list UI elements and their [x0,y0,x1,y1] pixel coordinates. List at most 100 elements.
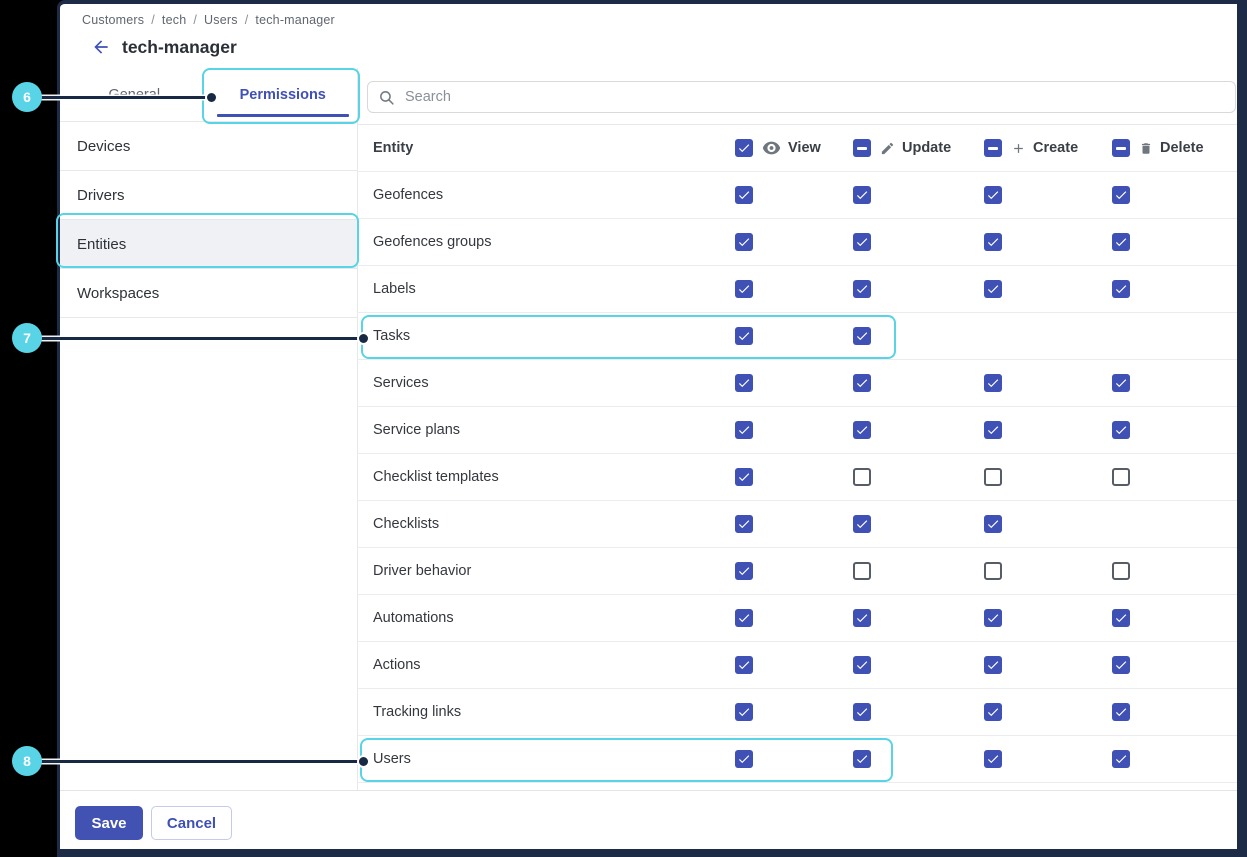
sidebar-item-workspaces[interactable]: Workspaces [60,269,357,318]
cell-tracking-links-create [984,703,1002,721]
checkbox-users-create[interactable] [984,750,1002,768]
column-label: Update [902,140,951,156]
checkbox-services-view[interactable] [735,374,753,392]
cell-service-plans-create [984,421,1002,439]
checkbox-driver-behavior-create[interactable] [984,562,1002,580]
checkbox-tasks-view[interactable] [735,327,753,345]
column-header-view: View [735,139,821,157]
cell-checklist-templates-update [853,468,871,486]
sidebar-item-label: Drivers [77,187,125,204]
checkbox-services-delete[interactable] [1112,374,1130,392]
cell-driver-behavior-update [853,562,871,580]
cell-tracking-links-view [735,703,753,721]
search-input-wrapper [367,81,1236,113]
checkbox-tracking-links-view[interactable] [735,703,753,721]
checkbox-labels-delete[interactable] [1112,280,1130,298]
checkbox-tasks-update[interactable] [853,327,871,345]
table-row-services: Services [357,359,1237,406]
table-row-service-plans: Service plans [357,406,1237,453]
checkbox-geofences-update[interactable] [853,186,871,204]
checkbox-actions-update[interactable] [853,656,871,674]
cell-labels-view [735,280,753,298]
checkbox-geofences-groups-delete[interactable] [1112,233,1130,251]
checkbox-service-plans-update[interactable] [853,421,871,439]
checkbox-checklists-create[interactable] [984,515,1002,533]
column-header-create: Create [984,139,1078,157]
sidebar-item-entities[interactable]: Entities [60,220,357,269]
save-button[interactable]: Save [75,806,143,840]
checkbox-services-update[interactable] [853,374,871,392]
checkbox-labels-create[interactable] [984,280,1002,298]
cell-users-update [853,750,871,768]
cell-checklists-create [984,515,1002,533]
search-icon [378,89,395,106]
checkbox-automations-view[interactable] [735,609,753,627]
cell-services-delete [1112,374,1130,392]
table-row-checklist-templates: Checklist templates [357,453,1237,500]
checkbox-automations-create[interactable] [984,609,1002,627]
cell-geofences-groups-update [853,233,871,251]
checkbox-checklists-view[interactable] [735,515,753,533]
breadcrumb-item-customers[interactable]: Customers [82,13,144,27]
cell-tracking-links-delete [1112,703,1130,721]
checkbox-driver-behavior-update[interactable] [853,562,871,580]
checkbox-geofences-view[interactable] [735,186,753,204]
cell-automations-update [853,609,871,627]
cell-users-delete [1112,750,1130,768]
cell-driver-behavior-delete [1112,562,1130,580]
table-row-tasks: Tasks [357,312,1237,359]
checkbox-driver-behavior-delete[interactable] [1112,562,1130,580]
checkbox-tracking-links-delete[interactable] [1112,703,1130,721]
checkbox-checklist-templates-delete[interactable] [1112,468,1130,486]
column-checkbox-view[interactable] [735,139,753,157]
checkbox-labels-view[interactable] [735,280,753,298]
breadcrumb-item-users[interactable]: Users [204,13,238,27]
breadcrumb-separator: / [151,13,155,27]
checkbox-service-plans-create[interactable] [984,421,1002,439]
checkbox-driver-behavior-view[interactable] [735,562,753,580]
checkbox-actions-create[interactable] [984,656,1002,674]
column-checkbox-create[interactable] [984,139,1002,157]
trash-icon [1139,141,1153,156]
cancel-button[interactable]: Cancel [151,806,232,840]
checkbox-checklists-update[interactable] [853,515,871,533]
checkbox-service-plans-delete[interactable] [1112,421,1130,439]
sidebar-item-drivers[interactable]: Drivers [60,171,357,220]
breadcrumb-item-tech[interactable]: tech [162,13,186,27]
checkbox-users-update[interactable] [853,750,871,768]
tab-general[interactable]: General [60,68,209,121]
checkbox-geofences-groups-update[interactable] [853,233,871,251]
checkbox-automations-update[interactable] [853,609,871,627]
checkbox-users-delete[interactable] [1112,750,1130,768]
sidebar-item-devices[interactable]: Devices [60,122,357,171]
checkbox-checklist-templates-view[interactable] [735,468,753,486]
checkbox-automations-delete[interactable] [1112,609,1130,627]
checkbox-services-create[interactable] [984,374,1002,392]
checkbox-geofences-groups-create[interactable] [984,233,1002,251]
cell-actions-view [735,656,753,674]
checkbox-labels-update[interactable] [853,280,871,298]
entity-label: Driver behavior [373,563,471,579]
tab-permissions[interactable]: Permissions [209,68,358,121]
column-checkbox-update[interactable] [853,139,871,157]
breadcrumb-item-tech-manager: tech-manager [255,13,335,27]
checkbox-geofences-create[interactable] [984,186,1002,204]
checkbox-tracking-links-create[interactable] [984,703,1002,721]
checkbox-service-plans-view[interactable] [735,421,753,439]
cell-geofences-view [735,186,753,204]
checkbox-actions-view[interactable] [735,656,753,674]
checkbox-tracking-links-update[interactable] [853,703,871,721]
checkbox-actions-delete[interactable] [1112,656,1130,674]
search-input[interactable] [403,88,1235,106]
checkbox-geofences-groups-view[interactable] [735,233,753,251]
checkbox-users-view[interactable] [735,750,753,768]
checkbox-checklist-templates-create[interactable] [984,468,1002,486]
checkbox-checklist-templates-update[interactable] [853,468,871,486]
cell-tracking-links-update [853,703,871,721]
checkbox-geofences-delete[interactable] [1112,186,1130,204]
column-checkbox-delete[interactable] [1112,139,1130,157]
cell-geofences-groups-view [735,233,753,251]
back-button[interactable] [90,36,112,58]
cell-users-view [735,750,753,768]
annotation-badge-6: 6 [12,82,42,112]
